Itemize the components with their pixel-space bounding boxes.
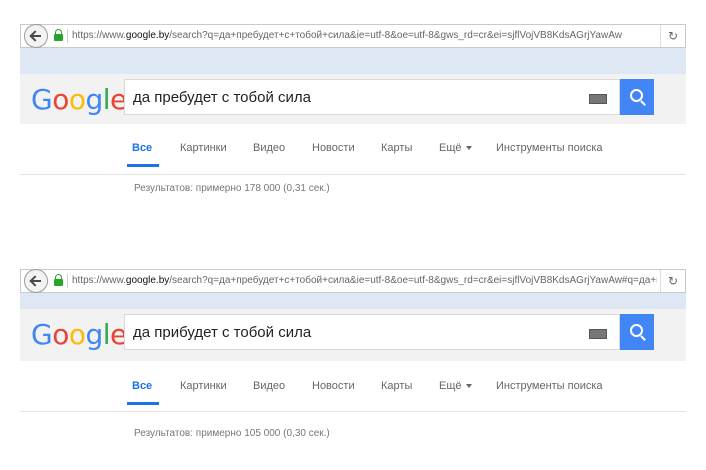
url-text[interactable]: https://www.google.by/search?q=да+пребуд… (72, 30, 657, 41)
url-domain: google.by (125, 30, 170, 41)
divider (20, 174, 686, 175)
toolbar-strip (20, 48, 686, 74)
tab-video[interactable]: Видео (253, 380, 285, 392)
url-path: /search?q=да+пребудет+с+тобой+сила&ie=ut… (169, 275, 657, 286)
search-button[interactable] (620, 314, 654, 350)
search-input[interactable]: да прибудет с тобой сила (124, 314, 620, 350)
search-query: да пребудет с тобой сила (133, 89, 311, 106)
search-tabs: Все Картинки Видео Новости Карты Ещё Инс… (0, 380, 706, 412)
lock-icon (54, 29, 63, 41)
google-header: Google да прибудет с тобой сила (20, 309, 686, 361)
address-bar[interactable]: https://www.google.by/search?q=да+пребуд… (20, 24, 686, 48)
url-path: /search?q=да+пребудет+с+тобой+сила&ie=ut… (169, 30, 622, 41)
address-divider (67, 29, 68, 43)
results-stats: Результатов: примерно 105 000 (0,30 сек.… (134, 428, 330, 439)
screenshot-1: https://www.google.by/search?q=да+пребуд… (0, 0, 706, 230)
google-logo[interactable]: Google (31, 83, 127, 116)
divider (20, 411, 686, 412)
search-input[interactable]: да пребудет с тобой сила (124, 79, 620, 115)
google-header: Google да пребудет с тобой сила (20, 74, 686, 124)
tab-maps[interactable]: Карты (381, 380, 412, 392)
url-text[interactable]: https://www.google.by/search?q=да+пребуд… (72, 275, 657, 286)
keyboard-icon[interactable] (589, 329, 607, 339)
tab-maps[interactable]: Карты (381, 142, 412, 154)
chevron-down-icon (465, 146, 472, 151)
tab-news[interactable]: Новости (312, 380, 355, 392)
search-tabs: Все Картинки Видео Новости Карты Ещё Инс… (0, 142, 706, 174)
google-logo[interactable]: Google (31, 318, 127, 351)
tab-all[interactable]: Все (132, 380, 152, 392)
reload-icon[interactable]: ↻ (660, 270, 685, 292)
tab-images[interactable]: Картинки (180, 380, 227, 392)
active-tab-indicator (127, 164, 159, 167)
tab-search-tools[interactable]: Инструменты поиска (496, 142, 603, 154)
active-tab-indicator (127, 402, 159, 405)
back-arrow-icon[interactable] (24, 24, 48, 48)
search-button[interactable] (620, 79, 654, 115)
tab-more-label: Ещё (439, 142, 462, 154)
lock-icon (54, 274, 63, 286)
tab-images[interactable]: Картинки (180, 142, 227, 154)
tab-more[interactable]: Ещё (439, 142, 472, 154)
results-stats: Результатов: примерно 178 000 (0,31 сек.… (134, 183, 330, 194)
tab-more-label: Ещё (439, 380, 462, 392)
tab-search-tools[interactable]: Инструменты поиска (496, 380, 603, 392)
back-arrow-icon[interactable] (24, 269, 48, 293)
reload-icon[interactable]: ↻ (660, 25, 685, 47)
url-prefix: https://www. (72, 275, 126, 286)
tab-more[interactable]: Ещё (439, 380, 472, 392)
url-domain: google.by (125, 275, 170, 286)
chevron-down-icon (465, 384, 472, 389)
tab-video[interactable]: Видео (253, 142, 285, 154)
tab-all[interactable]: Все (132, 142, 152, 154)
screenshot-2: https://www.google.by/search?q=да+пребуд… (0, 240, 706, 470)
tab-news[interactable]: Новости (312, 142, 355, 154)
search-query: да прибудет с тобой сила (133, 324, 312, 341)
keyboard-icon[interactable] (589, 94, 607, 104)
address-divider (67, 274, 68, 288)
address-bar[interactable]: https://www.google.by/search?q=да+пребуд… (20, 269, 686, 293)
url-prefix: https://www. (72, 30, 126, 41)
